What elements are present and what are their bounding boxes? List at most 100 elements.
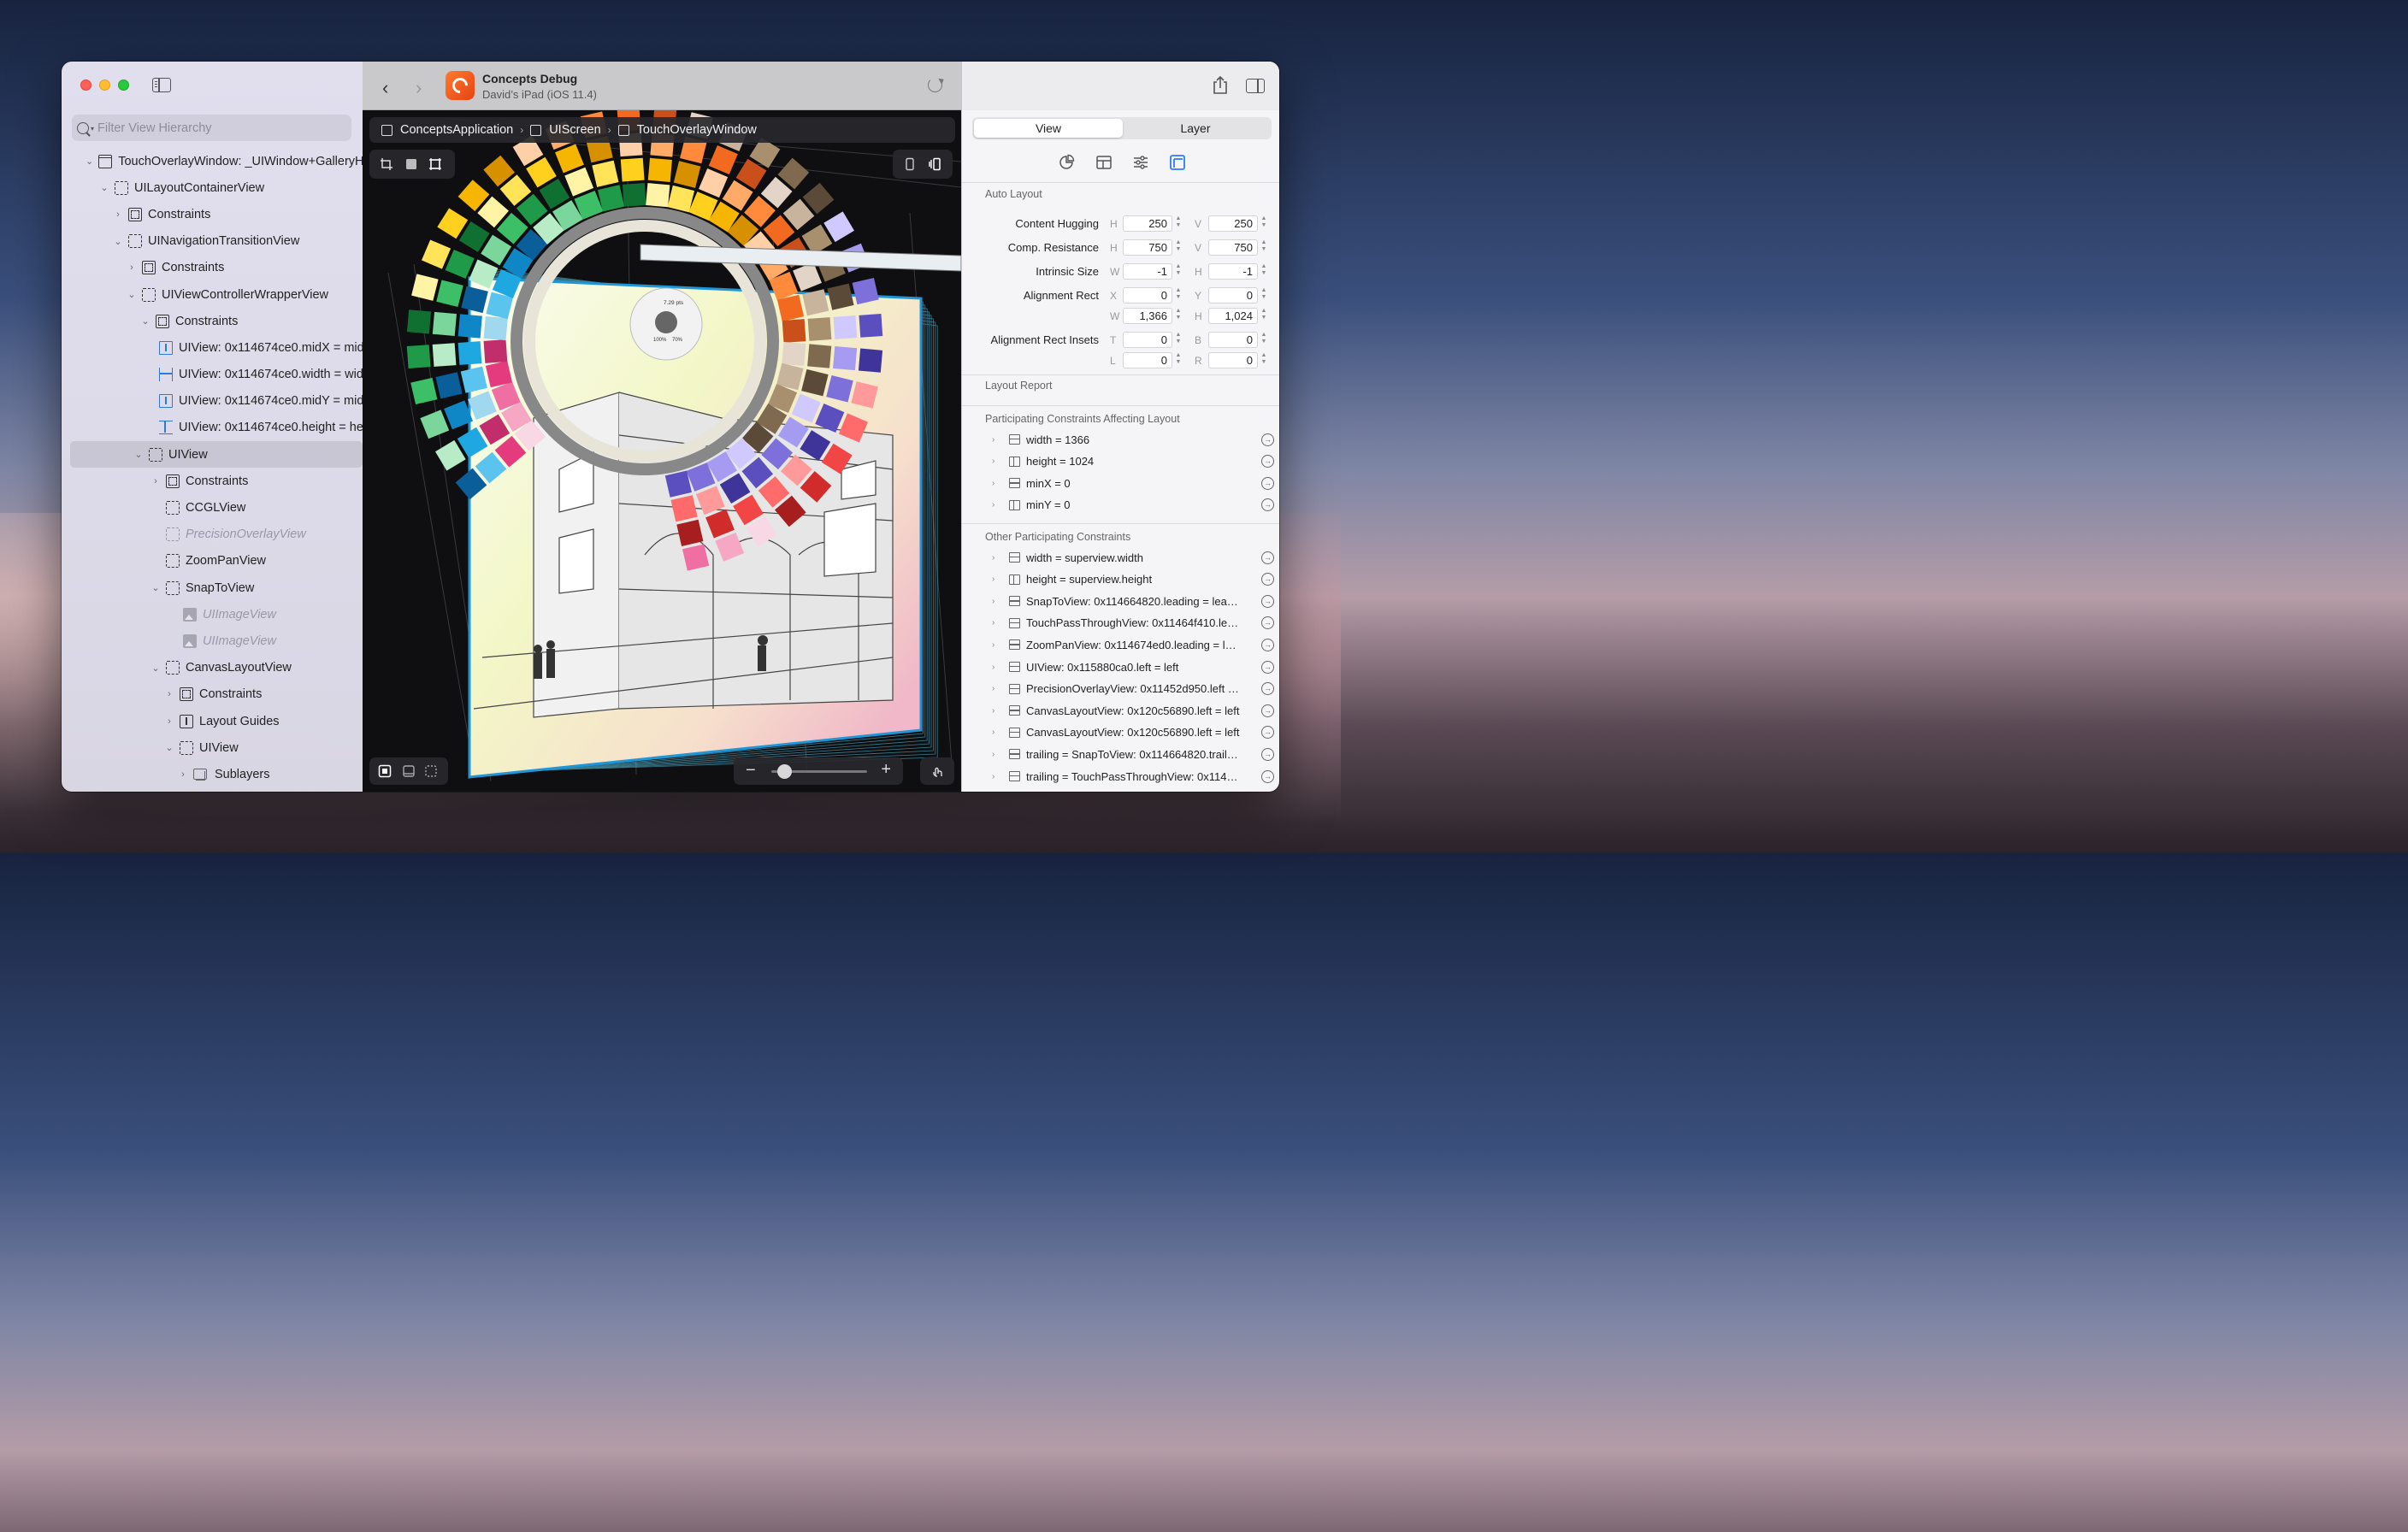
constraint-row[interactable]: › UIView: 0x115880ca0.left = left → [992, 658, 1274, 675]
chevron-right-icon[interactable]: › [992, 597, 1002, 606]
chevron-right-icon[interactable]: › [992, 574, 1002, 584]
chevron-right-icon[interactable]: › [113, 209, 123, 220]
arrow-circle-icon[interactable]: → [1261, 498, 1274, 512]
share-icon[interactable] [1213, 76, 1228, 94]
chevron-right-icon[interactable]: › [992, 684, 1002, 693]
constraint-row[interactable]: › PrecisionOverlayView: 0x11452d950.left … [992, 681, 1274, 698]
arrow-circle-icon[interactable]: → [1261, 704, 1274, 717]
arrow-circle-icon[interactable]: → [1261, 682, 1274, 696]
chevron-right-icon[interactable]: › [992, 706, 1002, 716]
tab-layer[interactable]: Layer [1121, 119, 1270, 138]
zoom-slider[interactable]: − + [734, 757, 903, 785]
stepper-icon[interactable]: ▲ ▼ [1260, 215, 1268, 232]
stepper-icon[interactable]: ▲ ▼ [1174, 287, 1183, 303]
close-button[interactable] [80, 80, 91, 91]
value-field[interactable]: 0 [1123, 287, 1172, 303]
tree-row[interactable]: › Constraints [62, 255, 363, 281]
tree-row[interactable]: UIView: 0x114674ce0.midX = midX [62, 334, 363, 361]
breadcrumb-item[interactable]: UIScreen [549, 123, 600, 137]
chevron-right-icon[interactable]: › [992, 663, 1002, 672]
tree-row[interactable]: ⌄ CanvasLayoutView [62, 655, 363, 681]
value-field[interactable]: 0 [1208, 287, 1258, 303]
pie-chart-icon[interactable] [1058, 154, 1075, 171]
chevron-down-icon[interactable]: ⌄ [113, 236, 123, 247]
chevron-right-icon[interactable]: › [127, 262, 137, 273]
stepper-icon[interactable]: ▲ ▼ [1174, 263, 1183, 280]
tree-row[interactable]: › Constraints [62, 681, 363, 708]
stepper-icon[interactable]: ▲ ▼ [1260, 263, 1268, 280]
stepper-icon[interactable]: ▲ ▼ [1260, 239, 1268, 256]
constraint-row[interactable]: › ZoomPanView: 0x114674ed0.leading = lead… [992, 636, 1274, 653]
arrow-circle-icon[interactable]: → [1261, 769, 1274, 783]
tree-row[interactable]: UIView: 0x114674ce0.height = height [62, 415, 363, 441]
zoom-thumb[interactable] [776, 764, 792, 779]
tree-row[interactable]: ⌄ UIView [62, 734, 363, 761]
chevron-right-icon[interactable]: › [992, 728, 1002, 737]
chevron-down-icon[interactable]: ▾ [91, 125, 94, 133]
chevron-right-icon[interactable]: › [164, 716, 174, 727]
value-field[interactable]: 0 [1123, 352, 1172, 368]
value-field[interactable]: 750 [1208, 239, 1258, 256]
sliders-icon[interactable] [1132, 154, 1149, 171]
chevron-down-icon[interactable]: ⌄ [140, 315, 150, 327]
stepper-icon[interactable]: ▲ ▼ [1260, 287, 1268, 303]
tree-row[interactable]: › Layout Guides [62, 708, 363, 734]
chevron-down-icon[interactable]: ⌄ [150, 582, 161, 593]
3d-view-canvas[interactable]: ConceptsApplication › UIScreen › TouchOv… [363, 110, 961, 792]
tree-row[interactable]: UIView: 0x114674ce0.midY = midY [62, 388, 363, 415]
chevron-down-icon[interactable]: ⌄ [127, 289, 137, 300]
arrow-circle-icon[interactable]: → [1261, 433, 1274, 446]
chevron-right-icon[interactable]: › [992, 457, 1002, 466]
show-dashed-frames-icon[interactable] [424, 764, 438, 778]
zoom-button[interactable] [118, 80, 129, 91]
constraint-row[interactable]: › CanvasLayoutView: 0x120c56890.left = le… [992, 702, 1274, 719]
arrow-circle-icon[interactable]: → [1261, 726, 1274, 739]
chevron-right-icon[interactable]: › [150, 476, 161, 486]
inspector-toggle-icon[interactable] [1246, 79, 1265, 93]
minimize-button[interactable] [99, 80, 110, 91]
chevron-right-icon[interactable]: › [164, 689, 174, 699]
forward-button[interactable]: › [416, 77, 422, 99]
arrow-circle-icon[interactable]: → [1261, 660, 1274, 674]
value-field[interactable]: -1 [1123, 263, 1172, 280]
sidebar-toggle-icon[interactable] [152, 78, 171, 92]
tab-view[interactable]: View [974, 119, 1123, 138]
value-field[interactable]: 750 [1123, 239, 1172, 256]
constraint-row[interactable]: › height = superview.height → [992, 571, 1274, 588]
constraint-row[interactable]: › width = superview.width → [992, 549, 1274, 566]
frame-icon[interactable] [428, 157, 442, 171]
chevron-down-icon[interactable]: ⌄ [99, 182, 109, 193]
chevron-down-icon[interactable]: ⌄ [164, 742, 174, 753]
reload-icon[interactable] [928, 78, 942, 92]
constraint-row[interactable]: › width = 1366 → [992, 431, 1274, 448]
zoom-out-button[interactable]: − [746, 761, 756, 781]
stepper-icon[interactable]: ▲ ▼ [1174, 332, 1183, 348]
stepper-icon[interactable]: ▲ ▼ [1260, 308, 1268, 324]
chevron-right-icon[interactable]: › [992, 553, 1002, 563]
arrow-circle-icon[interactable]: → [1261, 551, 1274, 564]
constraint-row[interactable]: › CanvasLayoutView: 0x120c56890.left = le… [992, 724, 1274, 741]
crop-icon[interactable] [380, 157, 393, 171]
constraint-row[interactable]: › TouchPassThroughView: 0x11464f410.leadi… [992, 615, 1274, 632]
fill-square-icon[interactable] [404, 157, 418, 171]
arrow-circle-icon[interactable]: → [1261, 476, 1274, 490]
tree-row[interactable]: › Sublayers [62, 761, 363, 787]
chevron-down-icon[interactable]: ⌄ [150, 663, 161, 674]
breadcrumb-item[interactable]: ConceptsApplication [400, 123, 513, 137]
value-field[interactable]: 0 [1208, 332, 1258, 348]
touch-icon[interactable] [930, 764, 944, 778]
chevron-down-icon[interactable]: ⌄ [86, 156, 93, 167]
chevron-right-icon[interactable]: › [992, 618, 1002, 628]
arrow-circle-icon[interactable]: → [1261, 747, 1274, 761]
arrow-circle-icon[interactable]: → [1261, 455, 1274, 468]
chevron-right-icon[interactable]: › [178, 769, 188, 780]
value-field[interactable]: 0 [1208, 352, 1258, 368]
show-frames-icon[interactable] [378, 764, 392, 778]
stepper-icon[interactable]: ▲ ▼ [1174, 239, 1183, 256]
chevron-right-icon[interactable]: › [992, 640, 1002, 650]
value-field[interactable]: 1,366 [1123, 308, 1172, 324]
breadcrumb-item[interactable]: TouchOverlayWindow [637, 123, 757, 137]
chevron-down-icon[interactable]: ⌄ [133, 449, 144, 460]
chevron-right-icon[interactable]: › [992, 750, 1002, 759]
tree-row[interactable]: ⌄ UIView [70, 441, 363, 468]
